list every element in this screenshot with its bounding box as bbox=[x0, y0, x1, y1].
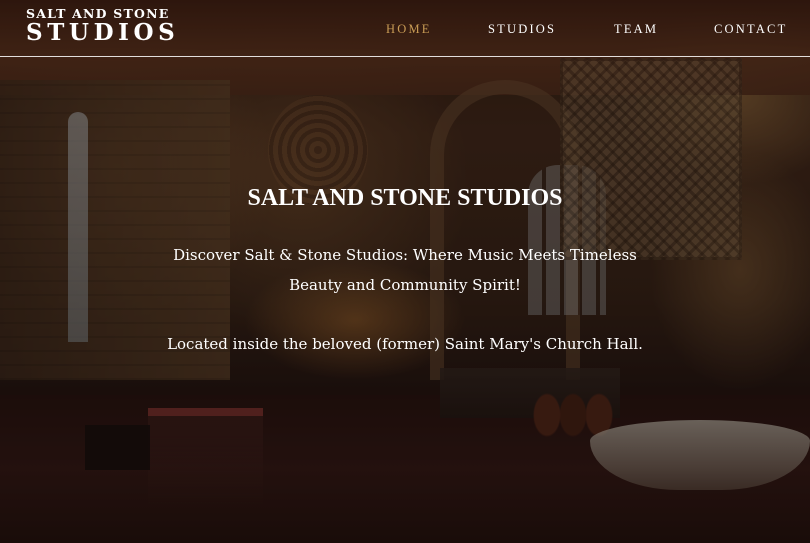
nav-home-link[interactable]: HOME bbox=[386, 22, 432, 36]
hero-tagline: Discover Salt & Stone Studios: Where Mus… bbox=[173, 246, 637, 294]
page: SALT AND STONE STUDIOS HOME STUDIOS TEAM… bbox=[0, 0, 810, 543]
nav-contact-link[interactable]: CONTACT bbox=[714, 22, 787, 36]
hero-title: SALT AND STONE STUDIOS bbox=[247, 185, 563, 211]
nav-studios-link[interactable]: STUDIOS bbox=[488, 22, 556, 36]
nav-team-link[interactable]: TEAM bbox=[614, 22, 658, 36]
hero-location: Located inside the beloved (former) Sain… bbox=[167, 335, 643, 353]
main-nav: HOME STUDIOS TEAM CONTACT bbox=[0, 22, 810, 36]
site-header: SALT AND STONE STUDIOS HOME STUDIOS TEAM… bbox=[0, 0, 810, 57]
